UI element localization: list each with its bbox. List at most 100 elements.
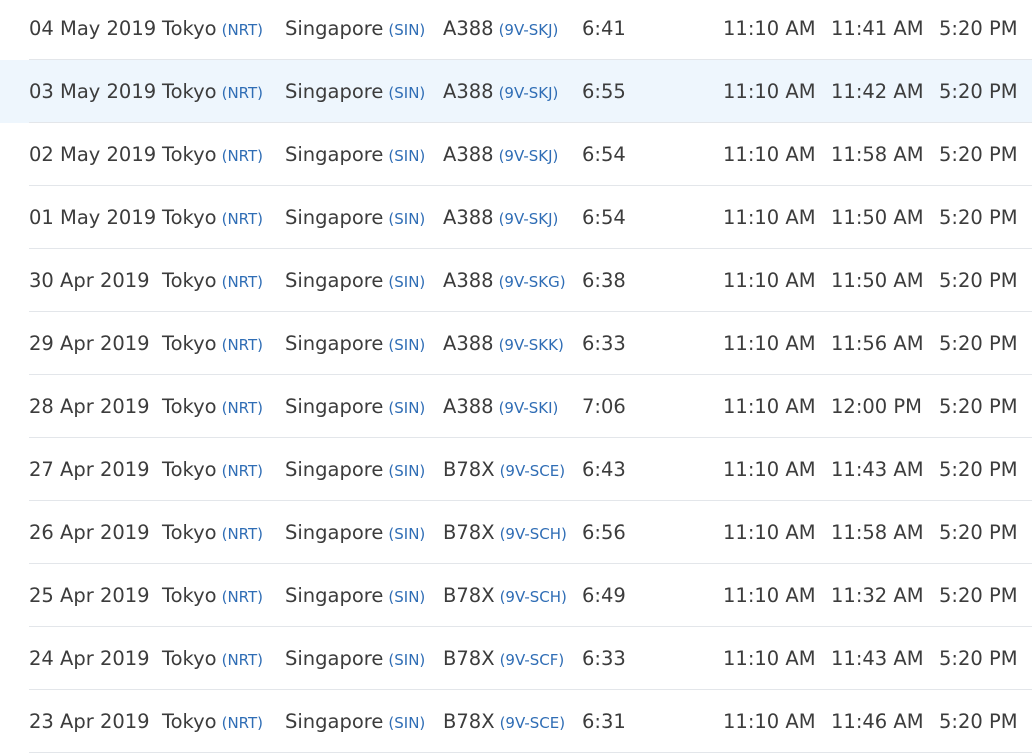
origin-city: Tokyo [162,710,217,733]
table-row[interactable]: 28 Apr 2019 Tokyo (NRT) Singapore (SIN) A3… [0,375,1032,438]
aircraft-registration-link[interactable]: (9V-SCH) [500,588,567,606]
scheduled-departure: 11:10 AM [723,521,816,544]
flight-duration: 6:33 [582,647,626,670]
aircraft-type: A388 [443,80,494,103]
table-row[interactable]: 03 May 2019 Tokyo (NRT) Singapore (SIN) A3… [0,60,1032,123]
table-row[interactable]: 26 Apr 2019 Tokyo (NRT) Singapore (SIN) B7… [0,501,1032,564]
destination-airport-code-link[interactable]: (SIN) [388,21,425,39]
actual-departure: 11:56 AM [831,332,924,355]
aircraft-registration-link[interactable]: (9V-SCE) [500,462,566,480]
table-row[interactable]: 25 Apr 2019 Tokyo (NRT) Singapore (SIN) B7… [0,564,1032,627]
table-row[interactable]: 27 Apr 2019 Tokyo (NRT) Singapore (SIN) B7… [0,438,1032,501]
origin-airport-code-link[interactable]: (NRT) [222,336,263,354]
destination-airport-code-link[interactable]: (SIN) [388,714,425,732]
aircraft-type: A388 [443,269,494,292]
destination-airport-code-link[interactable]: (SIN) [388,651,425,669]
aircraft-type: B78X [443,584,495,607]
aircraft-registration-link[interactable]: (9V-SCF) [500,651,565,669]
aircraft-type: A388 [443,17,494,40]
table-row[interactable]: 24 Apr 2019 Tokyo (NRT) Singapore (SIN) B7… [0,627,1032,690]
destination-airport-code-link[interactable]: (SIN) [388,147,425,165]
origin-airport-code-link[interactable]: (NRT) [222,210,263,228]
actual-departure: 11:50 AM [831,269,924,292]
flight-date: 02 May 2019 [29,143,157,166]
destination-airport-code-link[interactable]: (SIN) [388,210,425,228]
actual-departure: 11:58 AM [831,143,924,166]
origin-airport-code-link[interactable]: (NRT) [222,147,263,165]
destination-airport-code-link[interactable]: (SIN) [388,525,425,543]
table-row[interactable]: 04 May 2019 Tokyo (NRT) Singapore (SIN) A3… [0,0,1032,60]
scheduled-departure: 11:10 AM [723,80,816,103]
scheduled-arrival: 5:20 PM [939,269,1018,292]
destination-city: Singapore [285,458,384,481]
origin-airport-code-link[interactable]: (NRT) [222,84,263,102]
aircraft-registration-link[interactable]: (9V-SKJ) [499,21,559,39]
flight-duration: 6:38 [582,269,626,292]
origin-cell: Tokyo (NRT) [162,0,263,60]
destination-cell: Singapore (SIN) [285,690,425,753]
origin-city: Tokyo [162,269,217,292]
origin-airport-code-link[interactable]: (NRT) [222,525,263,543]
table-row[interactable]: 29 Apr 2019 Tokyo (NRT) Singapore (SIN) A3… [0,312,1032,375]
table-row[interactable]: 23 Apr 2019 Tokyo (NRT) Singapore (SIN) B7… [0,690,1032,753]
origin-cell: Tokyo (NRT) [162,123,263,186]
destination-cell: Singapore (SIN) [285,0,425,60]
aircraft-registration-link[interactable]: (9V-SCH) [500,525,567,543]
flight-duration: 6:54 [582,143,626,166]
destination-cell: Singapore (SIN) [285,186,425,249]
flight-duration: 6:49 [582,584,626,607]
flight-duration: 7:06 [582,395,626,418]
aircraft-cell: B78X (9V-SCE) [443,438,565,501]
flight-date: 30 Apr 2019 [29,269,150,292]
flight-date: 26 Apr 2019 [29,521,150,544]
flight-date: 25 Apr 2019 [29,584,150,607]
origin-cell: Tokyo (NRT) [162,249,263,312]
flight-duration: 6:31 [582,710,626,733]
origin-city: Tokyo [162,143,217,166]
aircraft-registration-link[interactable]: (9V-SKJ) [499,147,559,165]
origin-airport-code-link[interactable]: (NRT) [222,462,263,480]
destination-airport-code-link[interactable]: (SIN) [388,273,425,291]
actual-departure: 11:32 AM [831,584,924,607]
flight-duration: 6:41 [582,17,626,40]
aircraft-cell: A388 (9V-SKK) [443,312,564,375]
aircraft-registration-link[interactable]: (9V-SCE) [500,714,566,732]
aircraft-registration-link[interactable]: (9V-SKG) [499,273,566,291]
origin-airport-code-link[interactable]: (NRT) [222,714,263,732]
scheduled-arrival: 5:20 PM [939,206,1018,229]
destination-airport-code-link[interactable]: (SIN) [388,399,425,417]
origin-airport-code-link[interactable]: (NRT) [222,588,263,606]
scheduled-arrival: 5:20 PM [939,710,1018,733]
destination-city: Singapore [285,143,384,166]
actual-departure: 11:41 AM [831,17,924,40]
origin-airport-code-link[interactable]: (NRT) [222,273,263,291]
destination-city: Singapore [285,584,384,607]
table-row[interactable]: 30 Apr 2019 Tokyo (NRT) Singapore (SIN) A3… [0,249,1032,312]
actual-departure: 11:46 AM [831,710,924,733]
scheduled-departure: 11:10 AM [723,647,816,670]
aircraft-registration-link[interactable]: (9V-SKJ) [499,84,559,102]
flight-date: 27 Apr 2019 [29,458,150,481]
destination-city: Singapore [285,395,384,418]
origin-airport-code-link[interactable]: (NRT) [222,399,263,417]
origin-city: Tokyo [162,80,217,103]
destination-airport-code-link[interactable]: (SIN) [388,336,425,354]
origin-cell: Tokyo (NRT) [162,312,263,375]
origin-airport-code-link[interactable]: (NRT) [222,651,263,669]
aircraft-registration-link[interactable]: (9V-SKI) [499,399,559,417]
aircraft-registration-link[interactable]: (9V-SKK) [499,336,564,354]
origin-cell: Tokyo (NRT) [162,690,263,753]
aircraft-cell: B78X (9V-SCH) [443,501,567,564]
origin-airport-code-link[interactable]: (NRT) [222,21,263,39]
destination-airport-code-link[interactable]: (SIN) [388,462,425,480]
flight-date: 24 Apr 2019 [29,647,150,670]
table-row[interactable]: 01 May 2019 Tokyo (NRT) Singapore (SIN) A3… [0,186,1032,249]
actual-departure: 11:58 AM [831,521,924,544]
table-row[interactable]: 02 May 2019 Tokyo (NRT) Singapore (SIN) A3… [0,123,1032,186]
aircraft-type: A388 [443,395,494,418]
destination-airport-code-link[interactable]: (SIN) [388,84,425,102]
aircraft-registration-link[interactable]: (9V-SKJ) [499,210,559,228]
origin-city: Tokyo [162,584,217,607]
destination-airport-code-link[interactable]: (SIN) [388,588,425,606]
scheduled-departure: 11:10 AM [723,143,816,166]
